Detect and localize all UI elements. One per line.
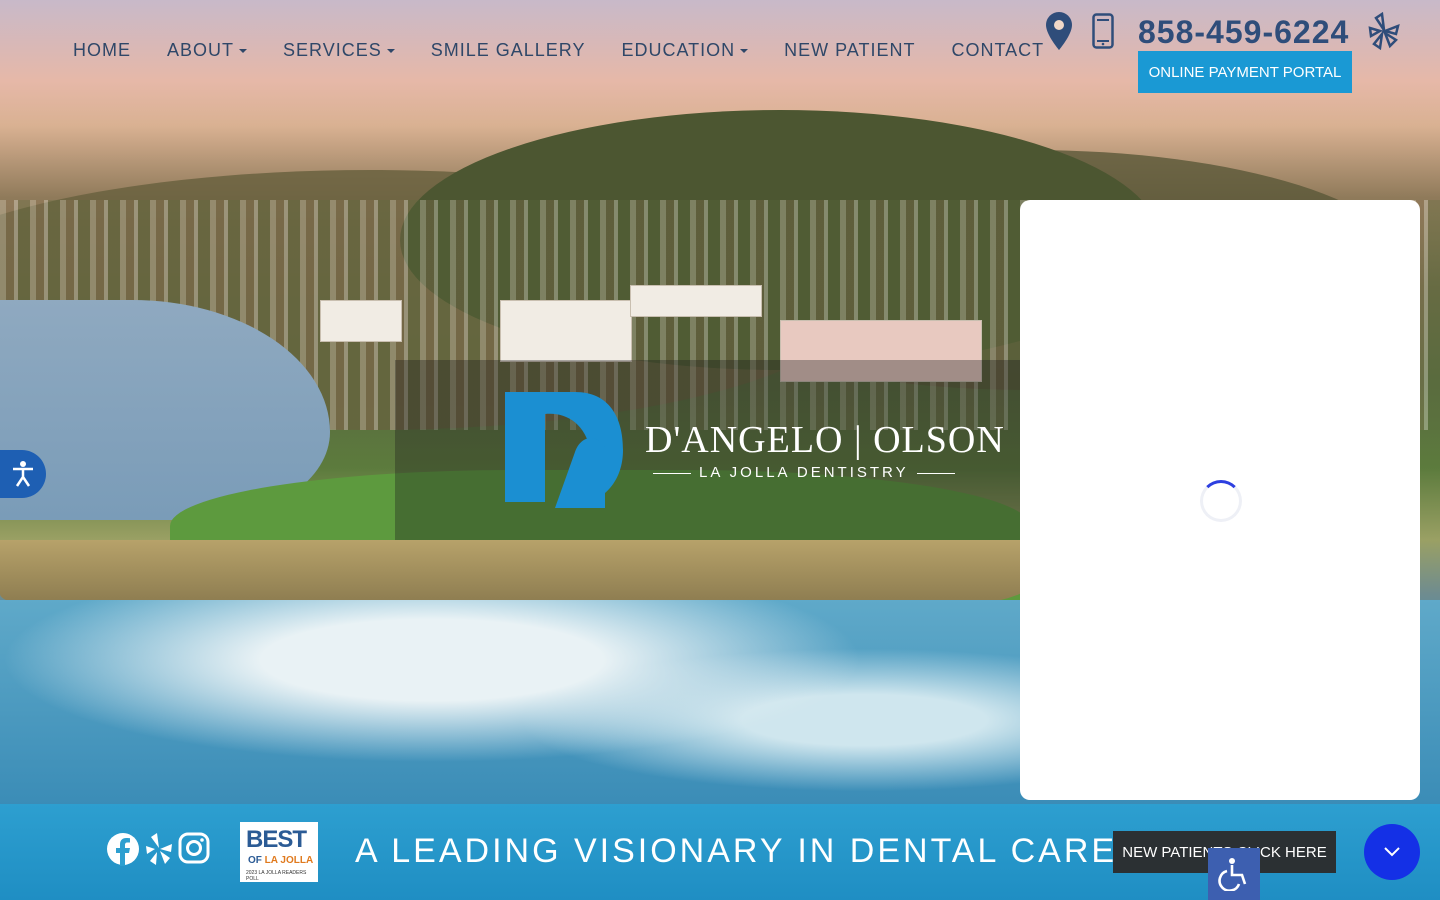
nav-education-label: EDUCATION bbox=[621, 40, 736, 60]
nav-home[interactable]: HOME bbox=[55, 40, 149, 61]
badge-of: OF LA JOLLA bbox=[248, 855, 313, 866]
best-of-la-jolla-badge: BEST OF LA JOLLA 2023 LA JOLLA READERS P… bbox=[240, 822, 318, 882]
nav-smile-gallery[interactable]: SMILE GALLERY bbox=[413, 40, 604, 61]
loading-spinner-icon bbox=[1200, 480, 1242, 522]
accessibility-widget-button[interactable] bbox=[1208, 848, 1260, 900]
map-pin-icon[interactable] bbox=[1046, 12, 1072, 50]
nav-about[interactable]: ABOUT bbox=[149, 40, 265, 61]
main-nav: HOME ABOUT SERVICES SMILE GALLERY EDUCAT… bbox=[55, 40, 1062, 61]
chevron-down-icon bbox=[1384, 847, 1400, 857]
caret-down-icon bbox=[386, 49, 395, 54]
nav-new-patient-label: NEW PATIENT bbox=[784, 40, 916, 60]
accessibility-icon bbox=[13, 461, 33, 487]
logo-name: D'ANGELO | OLSON bbox=[645, 419, 1005, 461]
nav-contact-label: CONTACT bbox=[951, 40, 1045, 60]
nav-about-label: ABOUT bbox=[167, 40, 235, 60]
mobile-phone-icon[interactable] bbox=[1092, 13, 1114, 49]
building bbox=[630, 285, 762, 317]
wheelchair-icon bbox=[1218, 858, 1247, 891]
yelp-icon[interactable] bbox=[1368, 12, 1400, 50]
logo-subtitle-text: LA JOLLA DENTISTRY bbox=[699, 464, 909, 481]
logo-overlay: D'ANGELO | OLSON LA JOLLA DENTISTRY bbox=[395, 360, 1025, 540]
nav-smile-gallery-label: SMILE GALLERY bbox=[430, 40, 586, 60]
facebook-icon[interactable] bbox=[106, 832, 140, 866]
instagram-icon[interactable] bbox=[178, 832, 210, 864]
tagline: A LEADING VISIONARY IN DENTAL CARE. bbox=[355, 832, 1130, 870]
scroll-down-button[interactable] bbox=[1364, 824, 1420, 880]
nav-services[interactable]: SERVICES bbox=[265, 40, 413, 61]
header-contact: 858-459-6224 ONLINE PAYMENT PORTAL bbox=[1040, 8, 1430, 98]
badge-best: BEST bbox=[246, 826, 307, 853]
caret-down-icon bbox=[740, 49, 749, 54]
nav-services-label: SERVICES bbox=[283, 40, 382, 60]
nav-home-label: HOME bbox=[73, 40, 131, 60]
phone-number[interactable]: 858-459-6224 bbox=[1138, 14, 1349, 51]
accessibility-toggle[interactable] bbox=[0, 450, 46, 498]
yelp-icon[interactable] bbox=[145, 832, 173, 866]
nav-new-patient[interactable]: NEW PATIENT bbox=[766, 40, 933, 61]
online-payment-button[interactable]: ONLINE PAYMENT PORTAL bbox=[1138, 51, 1352, 93]
building bbox=[320, 300, 402, 342]
badge-place: LA JOLLA bbox=[264, 855, 314, 866]
side-widget-panel bbox=[1020, 200, 1420, 800]
logo-subtitle: LA JOLLA DENTISTRY bbox=[645, 464, 963, 481]
badge-poll: 2023 LA JOLLA READERS POLL bbox=[246, 870, 307, 882]
building bbox=[500, 300, 632, 362]
nav-education[interactable]: EDUCATION bbox=[603, 40, 766, 61]
badge-of-word: OF bbox=[248, 855, 262, 866]
caret-down-icon bbox=[239, 49, 248, 54]
logo-mark-icon bbox=[505, 392, 623, 508]
